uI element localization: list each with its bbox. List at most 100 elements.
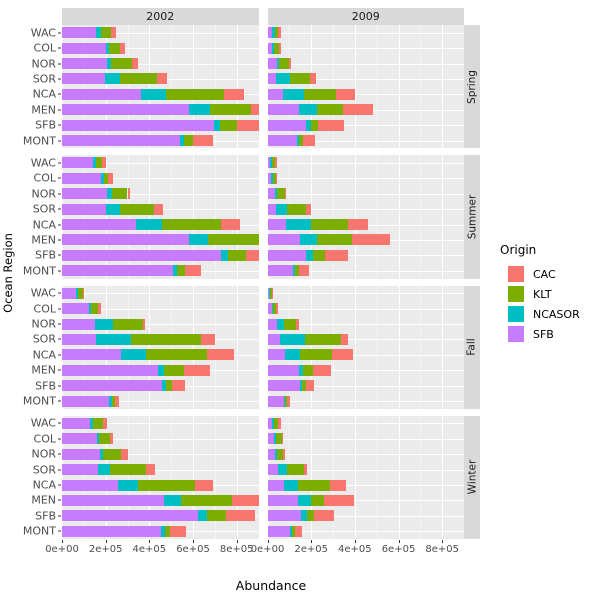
bar-segment-NCASOR <box>140 88 166 100</box>
bar-segment-KLT <box>108 42 120 54</box>
bar-NCA <box>267 88 355 100</box>
y-tick-label-COL: COL <box>33 171 56 185</box>
facet-row-strip-Spring: Spring <box>464 25 480 149</box>
bar-segment-CAC <box>318 119 345 131</box>
bar-segment-SFB <box>267 494 299 506</box>
bar-segment-SFB <box>267 58 277 70</box>
bar-segment-SFB <box>267 510 302 522</box>
bar-segment-KLT <box>227 249 247 261</box>
bar-segment-SFB <box>62 303 90 315</box>
y-tick-label-MONT: MONT <box>22 264 56 278</box>
bar-segment-KLT <box>91 303 99 315</box>
bar-segment-CAC <box>250 104 259 116</box>
y-tick-mark <box>58 177 61 179</box>
bar-MONT <box>62 395 120 407</box>
chart-root: Ocean Region 2002 2009 Spring WAC COL NOR SOR N… <box>0 0 595 600</box>
bar-segment-KLT <box>210 104 251 116</box>
bar-segment-KLT <box>316 104 343 116</box>
bar-segment-NCASOR <box>136 219 163 231</box>
y-tick-mark <box>58 208 61 210</box>
bar-segment-SFB <box>267 188 276 200</box>
bar-segment-NCASOR <box>117 479 139 491</box>
legend-item-KLT[interactable]: KLT <box>500 284 595 304</box>
bar-segment-NCASOR <box>188 234 209 246</box>
bar-segment-CAC <box>286 395 291 407</box>
bar-MEN <box>62 364 211 376</box>
bar-segment-NCASOR <box>276 203 288 215</box>
gridline-major <box>354 285 356 409</box>
legend-label-CAC: CAC <box>533 267 556 281</box>
bar-WAC <box>62 287 85 299</box>
bar-segment-SFB <box>267 349 285 361</box>
bar-segment-KLT <box>130 333 201 345</box>
y-tick-label-NCA: NCA <box>32 87 56 101</box>
gridline-minor <box>376 415 378 539</box>
bar-segment-CAC <box>184 364 211 376</box>
bar-SFB <box>62 119 259 131</box>
bar-segment-CAC <box>278 27 282 39</box>
legend-item-SFB[interactable]: SFB <box>500 324 595 344</box>
bar-SFB <box>62 510 256 522</box>
bar-segment-CAC <box>331 349 353 361</box>
bar-segment-CAC <box>223 88 245 100</box>
y-tick-label-NCA: NCA <box>32 348 56 362</box>
bar-segment-NCASOR <box>163 494 181 506</box>
y-tick-label-MEN: MEN <box>31 103 56 117</box>
bar-segment-CAC <box>283 448 285 460</box>
gridline-major <box>398 155 400 279</box>
bar-segment-KLT <box>300 349 332 361</box>
legend: Origin CAC KLT NCASOR SFB <box>500 243 595 344</box>
y-tick-label-NCA: NCA <box>32 218 56 232</box>
facet-row-strip-label: Fall <box>466 338 479 356</box>
bar-WAC <box>267 157 277 169</box>
y-tick-mark <box>58 162 61 164</box>
bar-segment-SFB <box>62 27 96 39</box>
y-tick-label-MEN: MEN <box>31 493 56 507</box>
x-tick-label: 6e+05 <box>176 544 210 555</box>
facet-row-strip-Winter: Winter <box>464 415 480 539</box>
bar-segment-SFB <box>62 395 109 407</box>
y-tick-mark <box>58 499 61 501</box>
bar-segment-SFB <box>62 219 137 231</box>
bar-segment-KLT <box>207 510 226 522</box>
bar-WAC <box>62 27 116 39</box>
bar-segment-KLT <box>313 249 326 261</box>
bar-segment-KLT <box>165 88 224 100</box>
bar-segment-SFB <box>267 318 278 330</box>
bar-NOR <box>267 188 287 200</box>
bar-segment-KLT <box>119 73 157 85</box>
bar-segment-KLT <box>279 58 290 70</box>
y-tick-mark <box>58 224 61 226</box>
bar-segment-CAC <box>200 333 215 345</box>
legend-item-NCASOR[interactable]: NCASOR <box>500 304 595 324</box>
y-tick-mark <box>58 93 61 95</box>
bar-segment-CAC <box>276 303 278 315</box>
plot-area: 2002 2009 Spring WAC COL NOR SOR NCA MEN SFB MONT S… <box>17 8 480 555</box>
gridline-horizontal <box>267 401 464 403</box>
bar-MEN <box>267 364 332 376</box>
x-tick-label: 2e+05 <box>294 544 328 555</box>
facet-col-strip-2002: 2002 <box>62 8 259 25</box>
bar-segment-SFB <box>62 234 189 246</box>
bar-segment-CAC <box>310 73 316 85</box>
bar-WAC <box>62 417 108 429</box>
bar-segment-CAC <box>131 58 138 70</box>
bar-segment-KLT <box>303 364 313 376</box>
legend-item-CAC[interactable]: CAC <box>500 264 595 284</box>
bar-segment-CAC <box>329 479 347 491</box>
bar-SOR <box>267 333 349 345</box>
bar-segment-SFB <box>62 364 159 376</box>
gridline-major <box>442 155 444 279</box>
bar-segment-CAC <box>303 135 316 147</box>
bar-segment-NCASOR <box>279 333 305 345</box>
y-tick-mark <box>58 385 61 387</box>
gridline-minor <box>333 285 334 409</box>
bar-NCA <box>62 88 245 100</box>
bar-segment-KLT <box>208 234 259 246</box>
gridline-horizontal <box>267 423 464 425</box>
panel-Winter-2009 <box>267 415 464 539</box>
bar-NCA <box>62 219 240 231</box>
bar-segment-CAC <box>170 525 187 537</box>
gridline-minor <box>420 415 422 539</box>
y-tick-mark <box>58 239 61 241</box>
